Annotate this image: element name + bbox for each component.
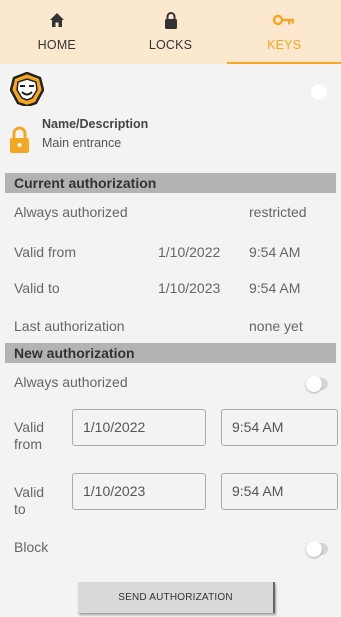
status-indicator: [311, 84, 327, 100]
toggle-knob: [306, 376, 322, 392]
tab-keys-label: KEYS: [267, 38, 302, 52]
current-valid-from-row: Valid from 1/10/2022 9:54 AM: [0, 238, 341, 268]
valid-from-time-field[interactable]: 9:54 AM: [221, 409, 338, 446]
padlock-icon: [164, 10, 178, 30]
valid-from-label-line1: Valid: [14, 419, 45, 435]
tab-home[interactable]: HOME: [0, 0, 114, 64]
tab-keys[interactable]: KEYS: [227, 0, 341, 64]
valid-to-label-line2: to: [14, 501, 26, 517]
tab-home-label: HOME: [37, 38, 76, 52]
last-authorization-label: Last authorization: [14, 318, 125, 334]
toggle-knob: [306, 541, 322, 557]
name-description-value: Main entrance: [42, 136, 122, 150]
current-authorization-header: Current authorization: [5, 173, 336, 193]
always-authorized-label: Always authorized: [14, 204, 128, 220]
valid-to-date-field[interactable]: 1/10/2023: [72, 473, 206, 510]
new-authorization-header: New authorization: [5, 343, 336, 363]
valid-to-label-line1: Valid: [14, 484, 45, 500]
valid-from-date-field[interactable]: 1/10/2022: [72, 409, 206, 446]
block-toggle[interactable]: [306, 541, 328, 557]
valid-from-label: Valid from: [14, 244, 76, 260]
send-authorization-button[interactable]: SEND AUTHORIZATION: [78, 582, 275, 613]
current-always-authorized-row: Always authorized restricted: [0, 198, 341, 228]
valid-to-time: 9:54 AM: [249, 280, 301, 296]
valid-from-date: 1/10/2022: [158, 244, 221, 260]
top-navigation: HOME LOCKS KEYS: [0, 0, 341, 64]
new-always-authorized-row: Always authorized: [0, 368, 341, 398]
new-valid-from-label: Valid from: [14, 419, 44, 453]
valid-from-time: 9:54 AM: [249, 244, 301, 260]
always-authorized-toggle[interactable]: [306, 376, 328, 392]
lion-logo: [9, 71, 45, 108]
tab-locks[interactable]: LOCKS: [114, 0, 228, 64]
name-description-label: Name/Description: [42, 117, 149, 131]
valid-to-date: 1/10/2023: [158, 280, 221, 296]
always-authorized-value: restricted: [249, 204, 307, 220]
current-last-authorization-row: Last authorization none yet: [0, 312, 341, 342]
lock-icon: [9, 126, 30, 154]
current-valid-to-row: Valid to 1/10/2023 9:54 AM: [0, 274, 341, 304]
new-valid-to-label: Valid to: [14, 484, 44, 518]
home-icon: [49, 10, 65, 30]
valid-to-time-field[interactable]: 9:54 AM: [221, 473, 338, 510]
block-label: Block: [14, 539, 49, 555]
new-always-authorized-label: Always authorized: [14, 374, 128, 390]
valid-to-label: Valid to: [14, 280, 60, 296]
block-row: Block: [0, 533, 341, 563]
tab-locks-label: LOCKS: [148, 38, 193, 52]
valid-from-label-line2: from: [14, 436, 42, 452]
key-icon: [273, 10, 295, 30]
last-authorization-value: none yet: [249, 318, 303, 334]
